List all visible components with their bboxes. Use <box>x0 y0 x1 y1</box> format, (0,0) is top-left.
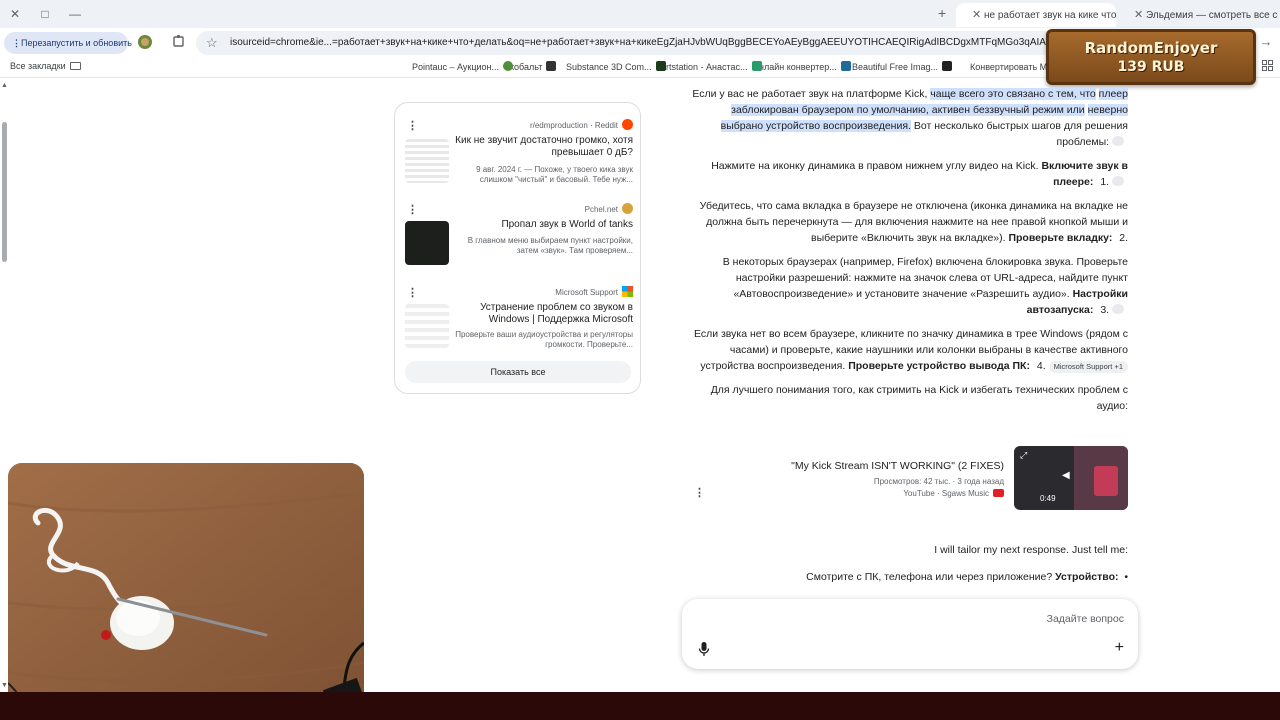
video-source: YouTube · Sgaws Music <box>903 489 1004 498</box>
followup-bullet: Смотрите с ПК, телефона или через прилож… <box>806 571 1128 583</box>
source-thumbnail <box>405 139 449 183</box>
video-duration: 0:49 <box>1040 494 1056 503</box>
donor-name: RandomEnjoyer <box>1084 39 1218 57</box>
close-tab-icon[interactable]: ✕ <box>1134 9 1143 21</box>
microphone-icon[interactable] <box>698 641 710 657</box>
bookmark-item[interactable]: Beautiful Free Imag... <box>852 61 953 72</box>
back-arrow-icon[interactable]: → <box>1258 34 1274 50</box>
scrollbar-thumb[interactable] <box>2 122 7 262</box>
donation-amount: 139 RUB <box>1117 59 1185 75</box>
source-chip[interactable]: Microsoft Support +1 <box>1048 361 1128 373</box>
source-thumbnail <box>405 304 449 348</box>
source-card[interactable]: ⋮ Pchel.net Пропал звук в World of tanks… <box>403 203 633 279</box>
add-attachment-button[interactable]: + <box>1115 639 1124 657</box>
source-card[interactable]: ⋮ r/edmproduction · Reddit Кик не звучит… <box>403 119 633 195</box>
close-tab-icon[interactable]: ✕ <box>972 9 981 21</box>
profile-avatar-icon[interactable] <box>137 34 153 50</box>
bookmark-item[interactable]: кобальт <box>510 61 557 72</box>
maximize-window-icon[interactable]: □ <box>36 5 54 23</box>
folder-icon <box>69 62 81 70</box>
minimize-window-icon[interactable]: — <box>66 5 84 23</box>
bookmark-item[interactable]: Artstation - Анастас... <box>660 61 762 72</box>
bookmark-favicon-icon <box>840 61 851 71</box>
source-snippet: В главном меню выбираем пункт настройки,… <box>467 236 633 255</box>
youtube-icon <box>993 489 1004 497</box>
followup-text: I will tailor my next response. Just tel… <box>934 544 1128 556</box>
address-bar-url: isourceid=chrome&ie...=работает+звук+на+… <box>230 37 1174 48</box>
close-window-icon[interactable]: ✕ <box>6 5 24 23</box>
link-chip-icon[interactable] <box>1112 304 1124 314</box>
tab-eldemia[interactable]: ✕ Эльдемия — смотреть все се <box>1118 3 1278 27</box>
source-card[interactable]: ⋮ Microsoft Support Устранение проблем с… <box>403 286 633 356</box>
more-options-icon[interactable]: ⋮ <box>407 119 418 132</box>
bookmark-favicon-icon <box>751 61 762 71</box>
bookmark-favicon-icon <box>546 61 557 71</box>
webcam-feed-image <box>8 463 364 720</box>
ask-box: + <box>682 599 1138 669</box>
answer-intro: Если у вас не работает звук на платформе… <box>692 88 1128 148</box>
webcam-overlay <box>8 463 364 720</box>
bookmark-item[interactable]: Онлайн конвертер... <box>752 61 851 72</box>
microsoft-icon <box>622 286 633 297</box>
scroll-up-icon[interactable]: ▲ <box>1 82 8 89</box>
source-site: Microsoft Support <box>555 286 633 297</box>
more-options-icon[interactable]: ⋮ <box>694 486 705 499</box>
link-chip-icon[interactable] <box>1112 136 1124 146</box>
relaunch-update-button[interactable]: ⋮Перезапустить и обновить <box>4 32 132 54</box>
tab-title: не работает звук на кике что <box>984 10 1116 21</box>
tab-title: Эльдемия — смотреть все се <box>1146 10 1278 21</box>
source-snippet: Проверьте ваши аудиоустройства и регулят… <box>455 330 633 349</box>
ask-input[interactable] <box>824 609 1124 629</box>
answer-step: Убедитесь, что сама вкладка в браузере н… <box>699 200 1128 244</box>
donation-alert: RandomEnjoyer 139 RUB <box>1046 29 1256 85</box>
tab-groups-icon[interactable] <box>1262 60 1273 73</box>
answer-step: Если звука нет во всем браузере, кликнит… <box>693 328 1128 373</box>
stream-bottom-bar <box>0 692 1280 720</box>
all-bookmarks-button[interactable]: Все закладки <box>10 61 81 71</box>
pchel-icon <box>622 203 633 214</box>
tab-search[interactable]: ✕ не работает звук на кике что <box>956 3 1116 27</box>
new-tab-button[interactable]: + <box>938 5 946 21</box>
source-title: Пропал звук в World of tanks <box>501 219 633 230</box>
reddit-icon <box>622 119 633 130</box>
link-chip-icon[interactable] <box>1112 176 1124 186</box>
answer-step: В некоторых браузерах (например, Firefox… <box>722 256 1128 316</box>
bookmark-star-icon[interactable]: ☆ <box>206 31 218 55</box>
extensions-puzzle-icon[interactable] <box>171 34 187 50</box>
bookmark-item[interactable]: Substance 3D Com... <box>566 61 666 72</box>
video-result[interactable]: ⋮ ⤢ ◀ 0:49 "My Kick Stream ISN'T WORKING… <box>694 446 1128 512</box>
answer-step: Нажмите на иконку динамика в правом нижн… <box>711 160 1128 188</box>
show-all-sources-button[interactable]: Показать все <box>405 361 631 383</box>
play-icon[interactable]: ◀ <box>1062 470 1070 481</box>
source-site: r/edmproduction · Reddit <box>530 119 633 130</box>
video-title[interactable]: "My Kick Stream ISN'T WORKING" (2 FIXES) <box>791 460 1004 472</box>
video-stats: Просмотров: 42 тыс. · 3 года назад <box>873 477 1004 486</box>
tab-strip: ✕ □ — + ✕ не работает звук на кике что ✕… <box>0 0 1280 28</box>
bookmark-favicon-icon <box>503 61 514 71</box>
video-thumbnail[interactable]: ⤢ ◀ 0:49 <box>1014 446 1128 510</box>
source-title: Устранение проблем со звуком в Windows |… <box>480 302 633 325</box>
more-options-icon[interactable]: ⋮ <box>407 203 418 216</box>
more-options-icon[interactable]: ⋮ <box>407 286 418 299</box>
bookmark-item[interactable]: Pointauc – Аукцион... <box>412 61 514 72</box>
source-snippet: 9 авг. 2024 г. — Похоже, у твоего кика з… <box>476 165 633 184</box>
answer-outro: Для лучшего понимания того, как стримить… <box>710 384 1128 412</box>
source-thumbnail <box>405 221 449 265</box>
expand-icon[interactable]: ⤢ <box>1020 450 1027 461</box>
sources-panel: ⋮ r/edmproduction · Reddit Кик не звучит… <box>394 102 641 394</box>
bookmark-favicon-icon <box>942 61 953 71</box>
scroll-down-icon[interactable]: ▼ <box>1 682 8 689</box>
source-title: Кик не звучит достаточно громко, хотя пр… <box>455 135 633 158</box>
ai-answer: Если у вас не работает звук на платформе… <box>690 86 1128 422</box>
source-site: Pchel.net <box>585 203 633 214</box>
bookmark-favicon-icon <box>655 61 666 71</box>
more-menu-icon: ⋮ <box>12 38 21 48</box>
